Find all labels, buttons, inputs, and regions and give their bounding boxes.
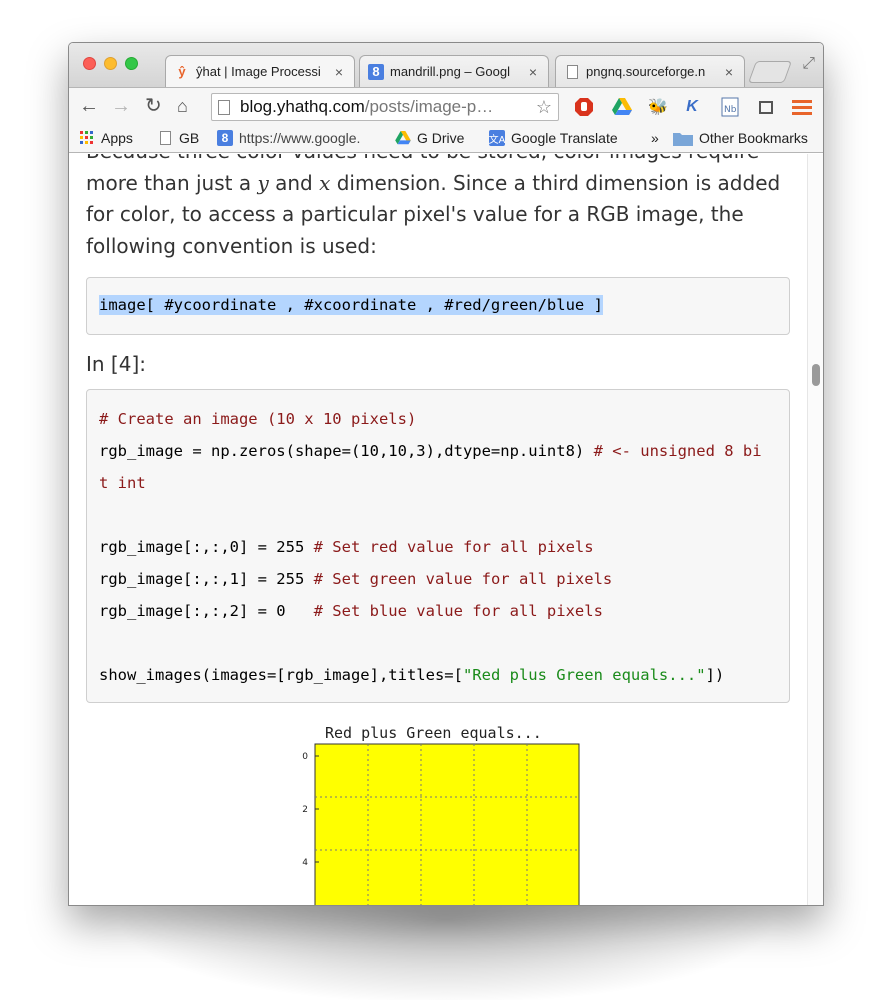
forward-arrow-icon[interactable]: →	[111, 95, 131, 117]
tab-pngnq[interactable]: pngnq.sourceforge.n ×	[555, 55, 745, 87]
new-tab-button[interactable]	[747, 61, 793, 83]
drive-icon	[395, 130, 411, 146]
code-line: rgb_image = np.zeros(shape=(10,10,3),dty…	[99, 442, 762, 460]
math-var-x: x	[319, 170, 331, 195]
code-cell: # Create an image (10 x 10 pixels) rgb_i…	[86, 389, 790, 703]
page-content: Because three color values need to be st…	[69, 154, 809, 905]
bookmark-star-icon[interactable]: ☆	[536, 97, 552, 118]
yhat-favicon-icon: ŷ	[178, 64, 186, 79]
code-line: show_images(images=[rgb_image],titles=["…	[99, 666, 725, 684]
tab-close-icon[interactable]: ×	[722, 64, 736, 80]
translate-icon: 文A	[489, 130, 505, 146]
bookmark-label: GB	[179, 130, 200, 146]
tab-close-icon[interactable]: ×	[526, 64, 540, 80]
tab-close-icon[interactable]: ×	[332, 64, 346, 80]
vertical-scrollbar[interactable]	[807, 154, 823, 905]
folder-icon	[673, 130, 693, 146]
tab-yhat[interactable]: ŷ ŷhat | Image Processi ×	[165, 55, 355, 87]
code-line: rgb_image[:,:,0] = 255 # Set red value f…	[99, 538, 594, 556]
bookmark-label: G Drive	[417, 130, 465, 146]
tab-strip: ŷ ŷhat | Image Processi × 8 mandrill.png…	[69, 43, 823, 87]
bookmark-label: Apps	[101, 130, 133, 146]
page-icon	[157, 130, 173, 146]
apps-grid-icon	[79, 130, 95, 146]
scrollbar-thumb[interactable]	[812, 364, 820, 386]
output-chart: Red plus Green equals... 024	[289, 720, 589, 905]
google-icon: 8	[217, 130, 233, 146]
convention-code-block: image[ #ycoordinate , #xcoordinate , #re…	[86, 277, 790, 335]
bookmark-label: Google Translate	[511, 130, 618, 146]
code-line: rgb_image[:,:,1] = 255 # Set green value…	[99, 570, 613, 588]
math-var-y: y	[257, 170, 269, 195]
tab-label: mandrill.png – Googl	[390, 64, 510, 79]
back-arrow-icon[interactable]: ←	[79, 95, 99, 117]
bookmark-label: Other Bookmarks	[699, 130, 808, 146]
y-tick-label: 0	[302, 752, 308, 762]
bookmark-google-translate[interactable]: 文A Google Translate	[489, 130, 618, 146]
chart-canvas: 0 2 4	[302, 743, 580, 905]
adblock-icon[interactable]	[573, 96, 595, 118]
y-tick-label: 2	[302, 805, 308, 815]
code-line: # Create an image (10 x 10 pixels)	[99, 410, 417, 428]
y-tick-label: 4	[302, 858, 308, 868]
home-icon[interactable]: ⌂	[177, 95, 188, 117]
image-cell	[314, 743, 580, 905]
bookmark-gdrive[interactable]: G Drive	[395, 130, 464, 146]
notebook-extension-icon[interactable]: Nb	[719, 96, 741, 118]
bookmark-google[interactable]: 8 https://www.google.	[217, 130, 360, 146]
browser-window: ŷ ŷhat | Image Processi × 8 mandrill.png…	[68, 42, 824, 906]
cell-prompt: In [4]:	[86, 352, 146, 376]
article-paragraph: Because three color values need to be st…	[86, 154, 781, 258]
bookmark-other[interactable]: Other Bookmarks	[673, 130, 808, 146]
tab-label: ŷhat | Image Processi	[196, 64, 321, 79]
tab-label: pngnq.sourceforge.n	[586, 64, 706, 79]
tab-mandrill[interactable]: 8 mandrill.png – Googl ×	[359, 55, 549, 87]
close-window-button[interactable]	[83, 57, 96, 70]
maximize-window-button[interactable]	[125, 57, 138, 70]
bookmark-apps[interactable]: Apps	[79, 130, 133, 146]
script-extension-icon[interactable]: K	[681, 96, 703, 118]
code-line: rgb_image[:,:,2] = 0 # Set blue value fo…	[99, 602, 603, 620]
menu-icon[interactable]	[791, 96, 813, 118]
bookmarks-bar: Apps GB 8 https://www.google. G Drive 文A…	[69, 125, 823, 153]
page-icon	[218, 99, 230, 115]
url-text: blog.yhathq.com/posts/image-p…	[240, 97, 494, 116]
browser-toolbar: ← → ↻ ⌂ blog.yhathq.com/posts/image-p… ☆…	[69, 87, 823, 125]
window-extension-icon[interactable]	[755, 96, 777, 118]
bookmark-label: https://www.google.	[239, 130, 361, 146]
drive-icon[interactable]	[611, 96, 633, 118]
minimize-window-button[interactable]	[104, 57, 117, 70]
fullscreen-icon[interactable]: ⤢	[802, 55, 815, 73]
address-bar[interactable]: blog.yhathq.com/posts/image-p… ☆	[211, 93, 559, 121]
google-favicon-icon: 8	[368, 63, 384, 80]
reload-icon[interactable]: ↻	[145, 95, 162, 117]
svg-text:Nb: Nb	[724, 105, 737, 115]
bookmarks-overflow-chevron-icon[interactable]: »	[651, 130, 659, 146]
bee-extension-icon[interactable]: 🐝	[647, 96, 669, 118]
code-line: t int	[99, 474, 146, 492]
convention-code-line[interactable]: image[ #ycoordinate , #xcoordinate , #re…	[99, 295, 603, 315]
bookmark-gb[interactable]: GB	[157, 130, 199, 146]
page-favicon-icon	[564, 64, 580, 80]
